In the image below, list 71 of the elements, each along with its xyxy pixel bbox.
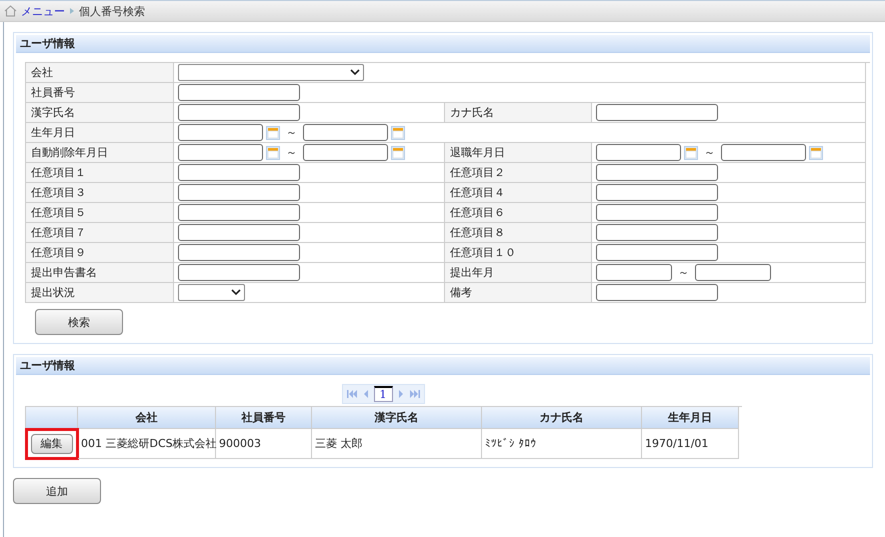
field-label: 漢字氏名 xyxy=(26,103,174,123)
field-label: 任意項目７ xyxy=(26,223,174,243)
table-cell: 900003 xyxy=(216,429,312,459)
date-field[interactable] xyxy=(596,144,681,161)
panel-title: ユーザ情報 xyxy=(16,35,870,53)
page-title: 個人番号検索 xyxy=(79,4,145,18)
text-field[interactable] xyxy=(178,164,300,181)
text-field[interactable] xyxy=(596,284,718,301)
date-field[interactable] xyxy=(178,144,263,161)
field-label: 任意項目２ xyxy=(445,163,592,183)
range-separator: ～ xyxy=(677,265,690,280)
text-field[interactable] xyxy=(178,224,300,241)
date-field[interactable] xyxy=(695,264,771,281)
text-field[interactable] xyxy=(178,104,300,121)
table-cell: 001 三菱総研DCS株式会社 xyxy=(78,429,216,459)
field-label: 備考 xyxy=(445,283,592,303)
chevron-icon xyxy=(350,69,360,76)
column-header: 会社 xyxy=(78,407,216,429)
text-field[interactable] xyxy=(596,224,718,241)
select-field[interactable] xyxy=(178,284,245,301)
column-header: 漢字氏名 xyxy=(312,407,482,429)
field-label: 任意項目１ xyxy=(26,163,174,183)
menu-link[interactable]: メニュー xyxy=(21,4,65,18)
add-button[interactable]: 追加 xyxy=(13,478,101,504)
field-label: 任意項目８ xyxy=(445,223,592,243)
chevron-icon xyxy=(231,289,241,296)
text-field[interactable] xyxy=(178,84,300,101)
field-label: 提出年月 xyxy=(445,263,592,283)
field-label: 社員番号 xyxy=(26,83,174,103)
text-field[interactable] xyxy=(178,204,300,221)
field-label: 自動削除年月日 xyxy=(26,143,174,163)
range-separator: ～ xyxy=(285,125,298,140)
text-field[interactable] xyxy=(178,244,300,261)
field-label: 任意項目５ xyxy=(26,203,174,223)
text-field[interactable] xyxy=(178,184,300,201)
table-cell: 三菱 太郎 xyxy=(312,429,482,459)
field-label: 任意項目１０ xyxy=(445,243,592,263)
date-field[interactable] xyxy=(303,124,388,141)
search-button[interactable]: 検索 xyxy=(35,309,123,335)
panel-title: ユーザ情報 xyxy=(16,357,870,375)
field-label: 任意項目４ xyxy=(445,183,592,203)
column-header: 生年月日 xyxy=(642,407,739,429)
arrow-icon xyxy=(69,7,75,15)
field-label: 提出申告書名 xyxy=(26,263,174,283)
field-label: 会社 xyxy=(26,63,174,83)
range-separator: ～ xyxy=(703,145,716,160)
date-field[interactable] xyxy=(303,144,388,161)
field-label: 生年月日 xyxy=(26,123,174,143)
table-cell: ﾐﾂﾋﾞｼ ﾀﾛｳ xyxy=(482,429,642,459)
table-cell: 1970/11/01 xyxy=(642,429,739,459)
select-field[interactable] xyxy=(178,64,364,81)
text-field[interactable] xyxy=(596,244,718,261)
text-field[interactable] xyxy=(178,264,300,281)
text-field[interactable] xyxy=(596,164,718,181)
text-field[interactable] xyxy=(596,204,718,221)
field-label: 提出状況 xyxy=(26,283,174,303)
text-field[interactable] xyxy=(596,184,718,201)
page-number[interactable]: 1 xyxy=(374,386,392,402)
column-header: 社員番号 xyxy=(216,407,312,429)
edit-button[interactable]: 編集 xyxy=(30,434,72,454)
date-field[interactable] xyxy=(721,144,806,161)
field-label: カナ氏名 xyxy=(445,103,592,123)
column-header: カナ氏名 xyxy=(482,407,642,429)
field-label: 任意項目９ xyxy=(26,243,174,263)
date-field[interactable] xyxy=(596,264,672,281)
field-label: 退職年月日 xyxy=(445,143,592,163)
field-label: 任意項目３ xyxy=(26,183,174,203)
text-field[interactable] xyxy=(596,104,718,121)
field-label: 任意項目６ xyxy=(445,203,592,223)
date-field[interactable] xyxy=(178,124,263,141)
range-separator: ～ xyxy=(285,145,298,160)
